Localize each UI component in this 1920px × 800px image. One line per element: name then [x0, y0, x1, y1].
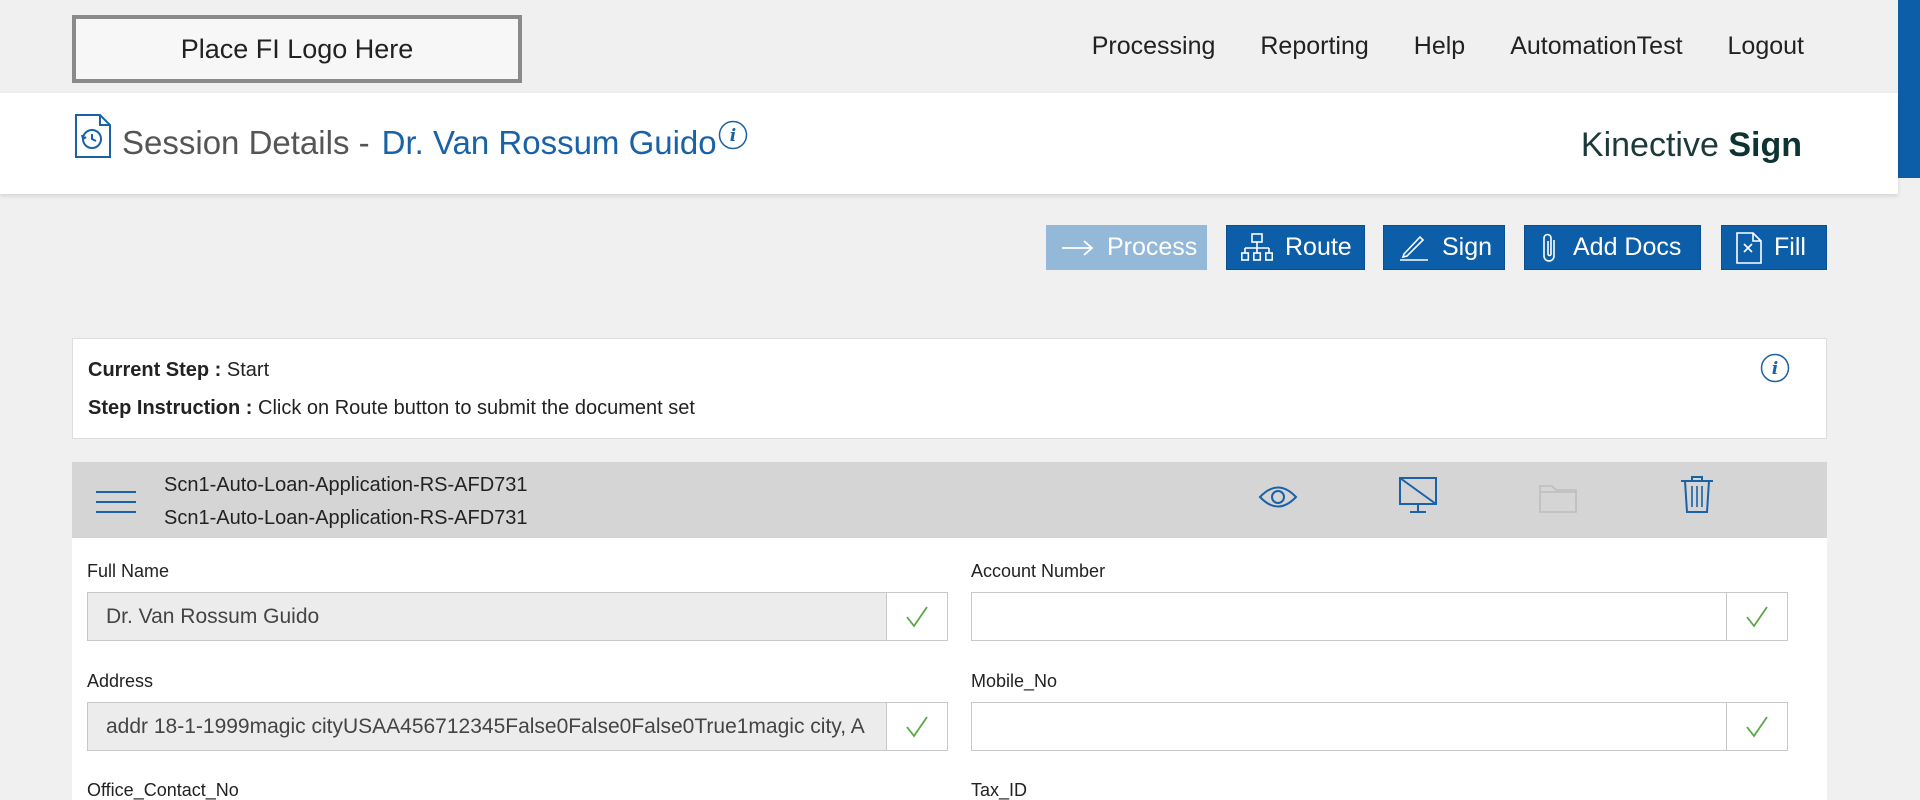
add-docs-button[interactable]: Add Docs	[1524, 225, 1701, 270]
fill-button[interactable]: Fill	[1721, 225, 1827, 270]
full-name-field[interactable]: Dr. Van Rossum Guido	[87, 592, 948, 641]
address-label: Address	[87, 671, 154, 691]
mobile-no-field[interactable]	[971, 702, 1788, 751]
step-panel: Current Step : Start Step Instruction : …	[72, 338, 1827, 439]
process-button-label: Process	[1107, 233, 1198, 261]
hamburger-menu-icon[interactable]	[96, 490, 136, 519]
check-icon	[1726, 593, 1787, 640]
process-button[interactable]: Process	[1046, 225, 1207, 270]
check-icon	[886, 703, 947, 750]
check-icon	[886, 593, 947, 640]
account-number-value[interactable]	[972, 593, 1726, 640]
current-step-value: Start	[226, 359, 270, 381]
nav-logout[interactable]: Logout	[1728, 32, 1804, 61]
nav-help[interactable]: Help	[1414, 32, 1465, 61]
history-document-icon	[74, 113, 112, 164]
main-nav: Processing Reporting Help AutomationTest…	[1092, 32, 1804, 61]
office-contact-no-label: Office_Contact_No	[87, 780, 239, 800]
svg-text:i: i	[730, 126, 736, 146]
svg-text:i: i	[1772, 359, 1778, 379]
add-docs-button-label: Add Docs	[1573, 233, 1682, 261]
page-title-prefix: Session Details -	[122, 124, 370, 161]
right-accent-bar	[1898, 0, 1920, 178]
screen-disabled-icon[interactable]	[1398, 476, 1438, 521]
mobile-no-label: Mobile_No	[971, 671, 1058, 691]
current-step: Current Step : Start	[88, 359, 269, 382]
arrow-right-icon	[1061, 238, 1095, 258]
sign-button-label: Sign	[1442, 233, 1493, 261]
fill-button-label: Fill	[1774, 233, 1806, 261]
check-icon	[1726, 703, 1787, 750]
logo-text: Place FI Logo Here	[180, 33, 414, 64]
full-name-label: Full Name	[87, 561, 170, 581]
route-button[interactable]: Route	[1226, 225, 1365, 270]
info-icon[interactable]: i	[718, 120, 748, 155]
step-instruction-value: Click on Route button to submit the docu…	[258, 397, 695, 419]
address-value[interactable]: addr 18-1-1999magic cityUSAA456712345Fal…	[88, 703, 886, 750]
tax-id-label: Tax_ID	[971, 780, 1028, 800]
sign-button[interactable]: Sign	[1383, 225, 1505, 270]
step-info-icon[interactable]: i	[1760, 353, 1790, 388]
nav-processing[interactable]: Processing	[1092, 32, 1216, 61]
kinective-sign-brand: Kinective Sign	[1581, 126, 1802, 165]
fi-logo-placeholder: Place FI Logo Here	[72, 15, 522, 83]
brand-bold: Sign	[1728, 126, 1802, 164]
route-button-label: Route	[1285, 233, 1352, 261]
pen-icon	[1398, 234, 1430, 262]
nav-reporting[interactable]: Reporting	[1260, 32, 1368, 61]
page-title: Session Details - Dr. Van Rossum Guido	[122, 124, 717, 162]
document-name-secondary: Scn1-Auto-Loan-Application-RS-AFD731	[164, 507, 528, 529]
document-fill-icon	[1736, 231, 1762, 264]
eye-icon[interactable]	[1258, 484, 1298, 515]
paperclip-icon	[1539, 232, 1561, 264]
document-fields-form: Full Name Dr. Van Rossum Guido Account N…	[72, 538, 1827, 800]
step-instruction: Step Instruction : Click on Route button…	[88, 397, 695, 420]
top-bar: Place FI Logo Here Processing Reporting …	[0, 0, 1920, 93]
document-name-primary: Scn1-Auto-Loan-Application-RS-AFD731	[164, 474, 528, 496]
mobile-no-value[interactable]	[972, 703, 1726, 750]
step-instruction-label: Step Instruction :	[88, 397, 253, 419]
trash-icon[interactable]	[1680, 474, 1714, 519]
account-number-label: Account Number	[971, 561, 1106, 581]
account-number-field[interactable]	[971, 592, 1788, 641]
brand-light: Kinective	[1580, 126, 1719, 164]
nav-user-automationtest[interactable]: AutomationTest	[1510, 32, 1682, 61]
hierarchy-icon	[1241, 232, 1273, 263]
address-field[interactable]: addr 18-1-1999magic cityUSAA456712345Fal…	[87, 702, 948, 751]
current-step-label: Current Step :	[88, 359, 222, 381]
session-customer-name: Dr. Van Rossum Guido	[381, 124, 717, 161]
document-bar: Scn1-Auto-Loan-Application-RS-AFD731 Scn…	[72, 462, 1827, 538]
folder-icon	[1538, 480, 1578, 519]
full-name-value[interactable]: Dr. Van Rossum Guido	[88, 593, 886, 640]
